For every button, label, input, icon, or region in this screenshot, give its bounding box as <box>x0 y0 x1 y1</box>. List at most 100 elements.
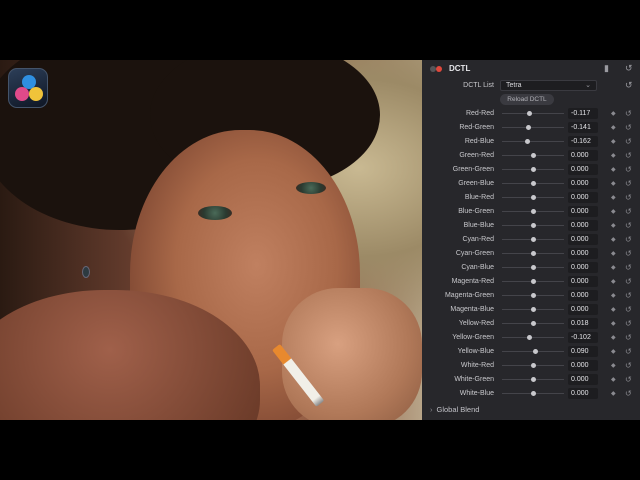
param-value-field[interactable]: 0.000 <box>568 276 598 287</box>
reset-icon[interactable]: ↺ <box>625 165 632 174</box>
reset-icon[interactable]: ↺ <box>625 151 632 160</box>
global-blend-section[interactable]: › Global Blend <box>430 405 479 414</box>
reset-icon[interactable]: ↺ <box>625 249 632 258</box>
keyframe-icon[interactable]: ◆ <box>611 180 616 187</box>
param-slider-handle[interactable] <box>530 264 536 270</box>
param-value-field[interactable]: -0.102 <box>568 332 598 343</box>
trash-icon[interactable]: ▮ <box>604 64 609 73</box>
reset-icon[interactable]: ↺ <box>625 235 632 244</box>
reset-icon[interactable]: ↺ <box>625 137 632 146</box>
keyframe-icon[interactable]: ◆ <box>611 208 616 215</box>
video-viewer[interactable] <box>0 60 422 420</box>
reset-icon[interactable]: ↺ <box>625 263 632 272</box>
reset-list-icon[interactable]: ↺ <box>625 81 633 90</box>
param-value-field[interactable]: -0.162 <box>568 136 598 147</box>
reset-icon[interactable]: ↺ <box>625 193 632 202</box>
param-slider-handle[interactable] <box>530 236 536 242</box>
reset-icon[interactable]: ↺ <box>625 277 632 286</box>
dctl-list-select[interactable]: Tetra ⌄ <box>500 80 597 91</box>
keyframe-icon[interactable]: ◆ <box>611 390 616 397</box>
param-slider-handle[interactable] <box>526 110 532 116</box>
param-value-field[interactable]: 0.000 <box>568 304 598 315</box>
param-slider-handle[interactable] <box>530 194 536 200</box>
param-value-field[interactable]: 0.000 <box>568 360 598 371</box>
param-value-field[interactable]: 0.018 <box>568 318 598 329</box>
param-value-field[interactable]: 0.000 <box>568 374 598 385</box>
keyframe-icon[interactable]: ◆ <box>611 306 616 313</box>
param-value-field[interactable]: 0.000 <box>568 206 598 217</box>
param-value-field[interactable]: 0.090 <box>568 346 598 357</box>
param-value-field[interactable]: 0.000 <box>568 192 598 203</box>
keyframe-icon[interactable]: ◆ <box>611 292 616 299</box>
param-value-field[interactable]: 0.000 <box>568 220 598 231</box>
param-slider-track[interactable] <box>502 113 564 114</box>
param-value-field[interactable]: 0.000 <box>568 248 598 259</box>
param-slider-handle[interactable] <box>533 348 539 354</box>
keyframe-icon[interactable]: ◆ <box>611 124 616 131</box>
panel-header: DCTL ▮ ↺ <box>422 60 640 78</box>
param-value-field[interactable]: 0.000 <box>568 234 598 245</box>
reset-panel-icon[interactable]: ↺ <box>625 64 633 73</box>
param-slider-handle[interactable] <box>530 222 536 228</box>
param-row: White-Green 0.000 ◆ ↺ <box>422 373 640 387</box>
keyframe-icon[interactable]: ◆ <box>611 362 616 369</box>
keyframe-icon[interactable]: ◆ <box>611 194 616 201</box>
keyframe-icon[interactable]: ◆ <box>611 138 616 145</box>
keyframe-icon[interactable]: ◆ <box>611 278 616 285</box>
keyframe-icon[interactable]: ◆ <box>611 166 616 173</box>
param-value-field[interactable]: 0.000 <box>568 262 598 273</box>
param-slider-handle[interactable] <box>526 124 532 130</box>
param-slider-handle[interactable] <box>530 208 536 214</box>
keyframe-icon[interactable]: ◆ <box>611 250 616 257</box>
param-label: Red-Green <box>459 124 494 131</box>
reset-icon[interactable]: ↺ <box>625 109 632 118</box>
reset-icon[interactable]: ↺ <box>625 221 632 230</box>
reset-icon[interactable]: ↺ <box>625 123 632 132</box>
keyframe-icon[interactable]: ◆ <box>611 334 616 341</box>
param-value-field[interactable]: 0.000 <box>568 290 598 301</box>
keyframe-icon[interactable]: ◆ <box>611 320 616 327</box>
param-slider-handle[interactable] <box>530 166 536 172</box>
param-slider-handle[interactable] <box>530 278 536 284</box>
param-slider-handle[interactable] <box>530 180 536 186</box>
param-slider-handle[interactable] <box>530 292 536 298</box>
param-slider-handle[interactable] <box>530 390 536 396</box>
param-slider-handle[interactable] <box>530 250 536 256</box>
param-slider-handle[interactable] <box>527 334 533 340</box>
param-value-field[interactable]: 0.000 <box>568 150 598 161</box>
keyframe-icon[interactable]: ◆ <box>611 236 616 243</box>
reset-icon[interactable]: ↺ <box>625 333 632 342</box>
keyframe-icon[interactable]: ◆ <box>611 264 616 271</box>
reset-icon[interactable]: ↺ <box>625 305 632 314</box>
param-slider-handle[interactable] <box>531 320 537 326</box>
reset-icon[interactable]: ↺ <box>625 179 632 188</box>
param-slider-handle[interactable] <box>530 152 536 158</box>
param-slider-handle[interactable] <box>530 376 536 382</box>
param-slider-handle[interactable] <box>525 138 531 144</box>
param-value-field[interactable]: 0.000 <box>568 388 598 399</box>
param-value-field[interactable]: -0.117 <box>568 108 598 119</box>
param-value-field[interactable]: -0.141 <box>568 122 598 133</box>
reset-icon[interactable]: ↺ <box>625 361 632 370</box>
reset-icon[interactable]: ↺ <box>625 389 632 398</box>
reset-icon[interactable]: ↺ <box>625 291 632 300</box>
reset-icon[interactable]: ↺ <box>625 375 632 384</box>
param-value-field[interactable]: 0.000 <box>568 178 598 189</box>
keyframe-icon[interactable]: ◆ <box>611 348 616 355</box>
keyframe-icon[interactable]: ◆ <box>611 110 616 117</box>
param-slider-handle[interactable] <box>530 362 536 368</box>
param-slider-handle[interactable] <box>530 306 536 312</box>
param-value-field[interactable]: 0.000 <box>568 164 598 175</box>
reset-icon[interactable]: ↺ <box>625 319 632 328</box>
keyframe-icon[interactable]: ◆ <box>611 376 616 383</box>
param-slider-track[interactable] <box>502 127 564 128</box>
reset-icon[interactable]: ↺ <box>625 347 632 356</box>
enable-toggle-icon[interactable] <box>436 66 442 72</box>
keyframe-icon[interactable]: ◆ <box>611 152 616 159</box>
reset-icon[interactable]: ↺ <box>625 207 632 216</box>
reload-dctl-button[interactable]: Reload DCTL <box>500 94 554 105</box>
param-label: Cyan-Blue <box>461 264 494 271</box>
param-slider-track[interactable] <box>502 141 564 142</box>
keyframe-icon[interactable]: ◆ <box>611 222 616 229</box>
param-slider-track[interactable] <box>502 337 564 338</box>
